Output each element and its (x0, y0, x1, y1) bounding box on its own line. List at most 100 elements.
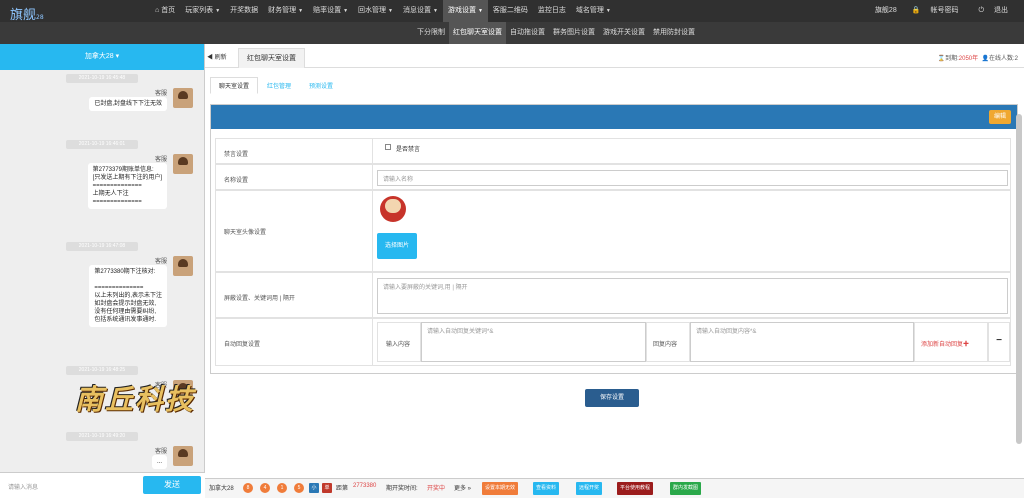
power-icon: ⏻ (978, 7, 984, 14)
send-button[interactable]: 发送 (143, 476, 201, 494)
nav-item-label: 首页 (161, 7, 176, 14)
more-link[interactable]: 更多 » (454, 483, 471, 492)
inner-tab-0[interactable]: 聊天室设置 (210, 77, 259, 94)
main-nav: ⌂ 首页 玩家列表 ▼ 开奖数据 财务管理 ▼ 赔率设置 ▼ 回水管理 ▼ 消息设置 ▼ 游戏设置 ▼ 客服… (150, 0, 616, 22)
period-number: 2773380 (353, 483, 377, 489)
edit-button[interactable]: 编辑 (989, 110, 1011, 124)
avatar[interactable] (173, 88, 193, 108)
message-bubble: 第2773379期账单信息: [只发送上期有下注的用户] ===========… (87, 163, 167, 209)
subnav-item-5[interactable]: 禁用防封设置 (649, 22, 699, 44)
nav-item-9[interactable]: 监控日志 (533, 0, 571, 22)
nav-item-1[interactable]: 玩家列表 ▼ (180, 0, 225, 22)
nav-item-label: 开奖数据 (230, 7, 259, 14)
sub-nav: 下分限制 红包聊天室设置 自动拖设置 群务图片设置 游戏开关设置 禁用防封设置 (0, 22, 1024, 44)
close-chat-checkbox[interactable] (385, 144, 391, 150)
result-tag-small: 小 (309, 483, 319, 493)
save-settings-button[interactable]: 保存设置 (585, 389, 639, 407)
nav-item-6[interactable]: 消息设置 ▼ (398, 0, 443, 22)
password-link[interactable]: 🔒 帐号密码 (902, 0, 969, 22)
logo-text: 旗舰 (10, 8, 37, 23)
app-logo[interactable]: 旗舰28 (10, 4, 44, 23)
scrollbar[interactable] (1016, 114, 1022, 444)
subnav-item-2[interactable]: 自动拖设置 (506, 22, 549, 44)
caret-down-icon: ▼ (605, 8, 611, 14)
message-sender: 客服 (154, 157, 167, 163)
tab-current[interactable]: 红包聊天室设置 (238, 48, 305, 68)
row-divider (372, 319, 373, 365)
reply-content-label: 回复内容 (653, 342, 678, 348)
nav-item-3[interactable]: 财务管理 ▼ (263, 0, 308, 22)
message-bubble: 第2773380期下注核对: ============== 以上未列出的,表示未… (89, 265, 167, 327)
nav-item-8[interactable]: 客服二维码 (488, 0, 533, 22)
subnav-item-4[interactable]: 游戏开关设置 (599, 22, 649, 44)
inner-tabs: 聊天室设置 红包管理 预测设置 (210, 77, 342, 94)
input-content-cell: 输入内容 (377, 322, 421, 362)
auto-reply-content-textarea[interactable]: 请输入自动回复内容*& (690, 322, 914, 362)
row-divider (372, 139, 373, 163)
subnav-item-1[interactable]: 红包聊天室设置 (449, 22, 506, 44)
hourglass-icon: ⌛ (937, 56, 946, 62)
reply-content-cell: 回复内容 (646, 322, 690, 362)
close-chat-row: 禁言设置 是否禁言 (215, 138, 1011, 164)
nav-item-label: 消息设置 (403, 7, 431, 14)
password-label: 帐号密码 (930, 7, 959, 14)
online-count: 在线人数:2 (988, 56, 1018, 62)
settings-panel: 编辑 禁言设置 是否禁言 名称设置 请输入名称 聊天室头像设置 选择图片 屏蔽设… (210, 104, 1018, 374)
remove-reply-button[interactable]: − (989, 335, 1009, 346)
nav-item-label: 回水管理 (358, 7, 387, 14)
caret-down-icon: ▼ (477, 8, 483, 14)
remove-cell: − (988, 322, 1010, 362)
avatar[interactable] (173, 154, 193, 174)
chevron-down-icon: ▾ (115, 53, 120, 60)
block-words-label: 屏蔽设置、关键词用 | 隔开 (224, 296, 295, 302)
nav-item-label: 财务管理 (268, 7, 297, 14)
message-timestamp: 2021-10-19 16:49:20 (66, 432, 138, 441)
bottom-button-2[interactable]: 远程开奖 (576, 482, 603, 495)
inner-tab-1[interactable]: 红包管理 (258, 77, 300, 94)
caret-down-icon: ▼ (388, 8, 393, 14)
caret-down-icon: ▼ (215, 8, 221, 14)
auto-reply-row: 自动回复设置 输入内容 请输入自动回复关键词*& 回复内容 请输入自动回复内容*… (215, 318, 1011, 366)
tab-bar: ◀ 刷新 红包聊天室设置 ⌛到期:2050年 👤在线人数:2 (205, 44, 1024, 68)
bottom-button-0[interactable]: 设置本期无效 (482, 482, 519, 495)
refresh-tab-button[interactable]: ◀ 刷新 (207, 52, 227, 61)
avatar[interactable] (173, 446, 193, 466)
logout-link[interactable]: ⏻ 退出 (968, 0, 1018, 22)
bottom-button-4[interactable]: 群内发截图 (670, 482, 702, 495)
subnav-item-0[interactable]: 下分限制 (413, 22, 449, 44)
add-reply-cell: 添加新自动回复✚ (914, 322, 988, 362)
nav-item-10[interactable]: 域名管理 ▼ (571, 0, 616, 22)
nav-item-label: 客服二维码 (492, 7, 528, 14)
result-ball: 5 (294, 483, 304, 493)
message-timestamp: 2021-10-19 16:46:01 (66, 140, 138, 149)
auto-reply-keyword-textarea[interactable]: 请输入自动回复关键词*& (421, 322, 646, 362)
chat-input-area: 请输入消息 发送 (0, 472, 205, 498)
message-timestamp: 2021-10-19 16:47:08 (66, 242, 138, 251)
chat-input[interactable]: 请输入消息 (8, 482, 38, 491)
chat-room-selector[interactable]: 加拿大28 ▾ (0, 44, 204, 70)
top-bar: 旗舰28 ⌂ 首页 玩家列表 ▼ 开奖数据 财务管理 ▼ 赔率设置 ▼ 回水管理 ▼ 消息设置 ▼ 游戏… (0, 0, 1024, 23)
message-sender: 客服 (154, 449, 167, 455)
message-sender: 客服 (154, 91, 167, 97)
chat-room-avatar (380, 196, 406, 222)
pick-image-button[interactable]: 选择图片 (377, 233, 417, 259)
message-sender: 客服 (154, 259, 167, 265)
nav-item-4[interactable]: 赔率设置 ▼ (308, 0, 353, 22)
close-chat-checkbox-label: 是否禁言 (396, 147, 421, 153)
nav-item-5[interactable]: 回水管理 ▼ (353, 0, 398, 22)
add-auto-reply-button[interactable]: 添加新自动回复✚ (921, 339, 969, 348)
block-words-textarea[interactable]: 请输入要屏蔽的关键词,用 | 隔开 (377, 278, 1008, 314)
nav-item-7[interactable]: 游戏设置 ▼ (442, 0, 488, 22)
name-input[interactable]: 请输入名称 (377, 170, 1008, 186)
bottom-button-3[interactable]: 平台使用教程 (617, 482, 654, 495)
subnav-item-3[interactable]: 群务图片设置 (549, 22, 599, 44)
row-divider (372, 273, 373, 317)
caret-down-icon: ▼ (433, 8, 438, 14)
inner-tab-2[interactable]: 预测设置 (300, 77, 342, 94)
site-name[interactable]: 旗舰28 (870, 0, 902, 22)
bottom-bar: 加拿大28 8 4 1 5 小 单 距第 2773380 期开奖时间: 开奖中 … (205, 478, 1024, 498)
avatar[interactable] (173, 256, 193, 276)
bottom-button-1[interactable]: 查看资料 (533, 482, 560, 495)
nav-item-0[interactable]: ⌂ 首页 (150, 0, 180, 22)
nav-item-2[interactable]: 开奖数据 (225, 0, 263, 22)
